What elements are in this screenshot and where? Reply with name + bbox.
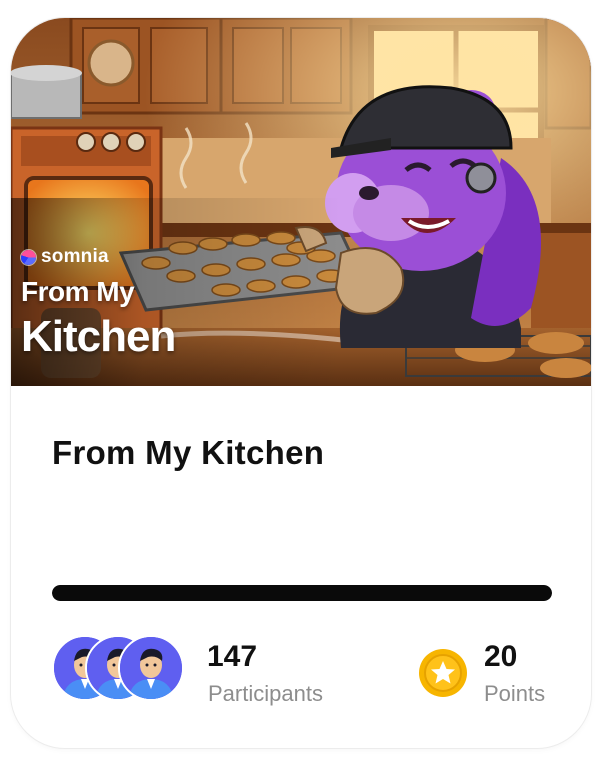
participants-count: 147 — [207, 640, 258, 673]
points-label: Points — [484, 681, 546, 706]
progress-bar-fill — [52, 585, 552, 601]
user-avatar-icon — [120, 637, 182, 699]
banner-title-line1: From My — [21, 276, 135, 307]
brand-logo: somnia — [21, 246, 109, 268]
banner-title-line2: Kitchen — [21, 312, 176, 361]
star-coin-icon — [419, 649, 467, 697]
avatar — [118, 635, 184, 701]
participants-label: Participants — [208, 681, 323, 706]
progress-bar — [52, 585, 552, 601]
quest-card[interactable]: somnia From My Kitchen From My Kitchen 1… — [11, 18, 591, 748]
brand-name: somnia — [41, 246, 109, 267]
card-title: From My Kitchen — [52, 434, 325, 471]
somnia-logo-icon — [21, 249, 36, 265]
participant-avatars — [52, 635, 192, 701]
points-value: 20 — [484, 640, 518, 673]
banner-image: somnia From My Kitchen — [11, 18, 591, 386]
